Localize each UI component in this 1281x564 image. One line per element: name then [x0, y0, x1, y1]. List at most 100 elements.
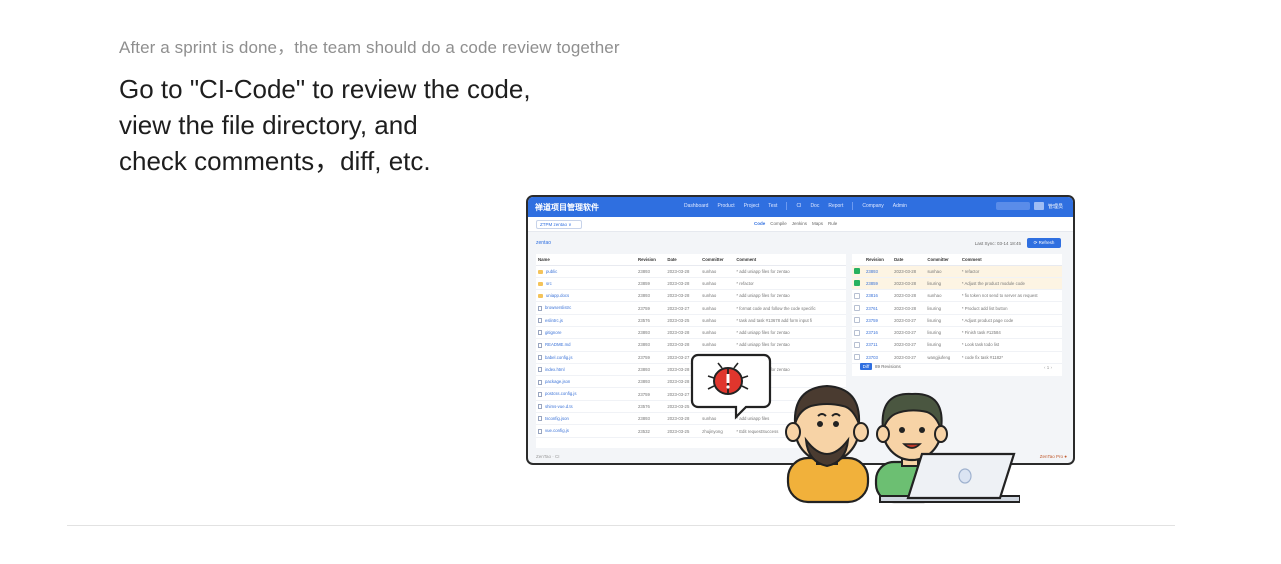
file-name[interactable]: eslintrc.js: [545, 318, 563, 323]
tab-compile[interactable]: Compile: [770, 221, 787, 226]
revision-cell[interactable]: 23761: [864, 301, 893, 315]
file-name[interactable]: public: [546, 269, 557, 274]
column-header[interactable]: Revision: [636, 254, 666, 266]
file-icon: [538, 367, 542, 373]
file-name-cell[interactable]: uniapp.docs: [536, 289, 636, 303]
date-cell: 2023-03-28: [665, 289, 701, 303]
file-icon: [538, 330, 542, 336]
file-name-cell[interactable]: src: [536, 277, 636, 291]
file-name[interactable]: src: [546, 281, 552, 286]
revision-table-row[interactable]: 23716 2023-03-27 lisuring * Finish task #12…: [852, 326, 1062, 340]
file-name[interactable]: postcss.config.js: [545, 391, 577, 396]
file-name-cell[interactable]: vue.config.js: [536, 424, 636, 438]
revision-cell[interactable]: 23816: [864, 289, 893, 303]
column-header[interactable]: Date: [665, 254, 701, 266]
revision-cell: 23859: [636, 277, 666, 291]
revision-checkbox[interactable]: [854, 341, 860, 348]
file-name-cell[interactable]: shims-vue.d.ts: [536, 400, 636, 414]
revision-cell: 23893: [636, 412, 666, 426]
create-button[interactable]: [1033, 202, 1044, 210]
breadcrumb[interactable]: zentao: [536, 240, 551, 246]
file-name[interactable]: babel.config.js: [545, 355, 572, 360]
file-name[interactable]: gitignore: [545, 330, 561, 335]
nav-item-doc[interactable]: Doc: [810, 203, 819, 210]
file-name-cell[interactable]: tsconfig.json: [536, 412, 636, 426]
column-header[interactable]: Date: [892, 254, 926, 266]
comment-cell: * Adjust the product module code: [959, 277, 1062, 291]
nav-item-report[interactable]: Report: [828, 203, 843, 210]
user-menu[interactable]: 管理员: [1048, 203, 1063, 210]
file-name-cell[interactable]: postcss.config.js: [536, 387, 636, 401]
tab-jenkins[interactable]: Jenkins: [792, 221, 807, 226]
global-search-input[interactable]: [995, 202, 1030, 210]
page-navigation[interactable]: ‹ 1 ›: [1044, 365, 1052, 370]
file-table-row[interactable]: uniapp.docs 23893 2023-03-28 sunhao * add un…: [536, 289, 846, 303]
revision-cell[interactable]: 23859: [864, 277, 893, 291]
nav-item-ci[interactable]: CI: [796, 203, 801, 210]
revision-cell[interactable]: 23716: [864, 326, 893, 340]
revision-table-row[interactable]: 23816 2023-03-28 sunhao * fix token not sen…: [852, 289, 1062, 303]
revision-table-row[interactable]: 23859 2023-03-28 lisuring * Adjust the prod…: [852, 277, 1062, 291]
nav-item-company[interactable]: Company: [862, 203, 883, 210]
file-icon: [538, 379, 542, 385]
revision-checkbox[interactable]: [854, 280, 860, 287]
revision-checkbox[interactable]: [854, 292, 860, 299]
revision-table-row[interactable]: 23893 2023-03-28 sunhao * refactor: [852, 265, 1062, 278]
column-header[interactable]: Revision: [864, 254, 893, 266]
file-table-row[interactable]: gitignore 23893 2023-03-28 sunhao * add unia…: [536, 326, 846, 340]
revision-checkbox[interactable]: [854, 268, 860, 275]
committer-cell: sunhao: [700, 314, 735, 327]
nav-item-dashboard[interactable]: Dashboard: [684, 203, 708, 210]
revision-table-row[interactable]: 23761 2023-03-28 lisuring * Product add lis…: [852, 301, 1062, 315]
revision-cell[interactable]: 23759: [864, 314, 893, 327]
column-header[interactable]: Committer: [925, 254, 960, 266]
file-name[interactable]: package.json: [545, 379, 570, 384]
column-header[interactable]: Comment: [734, 254, 846, 266]
nav-item-project[interactable]: Project: [744, 203, 760, 210]
file-name-cell[interactable]: babel.config.js: [536, 351, 636, 364]
column-header[interactable]: Committer: [700, 254, 735, 266]
file-name-cell[interactable]: package.json: [536, 375, 636, 389]
nav-item-admin[interactable]: Admin: [893, 203, 907, 210]
date-cell: 2023-03-28: [665, 265, 701, 278]
revision-checkbox[interactable]: [854, 329, 860, 336]
tab-code[interactable]: Code: [754, 221, 765, 226]
revision-cell[interactable]: 23893: [864, 265, 893, 278]
file-name-cell[interactable]: eslintrc.js: [536, 314, 636, 327]
file-name[interactable]: tsconfig.json: [545, 416, 569, 421]
file-table-row[interactable]: src 23859 2023-03-28 sunhao * refactor: [536, 277, 846, 291]
date-cell: 2023-03-27: [892, 326, 926, 340]
file-table-row[interactable]: browserslistrc 23759 2023-03-27 sunhao * for…: [536, 301, 846, 315]
file-name[interactable]: uniapp.docs: [546, 293, 569, 298]
file-name[interactable]: index.html: [545, 367, 565, 372]
column-header[interactable]: Comment: [959, 254, 1062, 266]
file-name[interactable]: browserslistrc: [545, 305, 571, 310]
refresh-button[interactable]: ⟳ Refresh: [1027, 238, 1061, 248]
committer-cell: lisuring: [925, 301, 960, 315]
file-table-row[interactable]: eslintrc.js 23576 2023-03-25 sunhao * task a…: [536, 314, 846, 327]
tab-rule[interactable]: Rule: [828, 221, 837, 226]
main-nav: Dashboard Product Project Test CI Doc Re…: [684, 202, 907, 210]
nav-item-test[interactable]: Test: [768, 203, 777, 210]
nav-item-product[interactable]: Product: [717, 203, 734, 210]
file-name[interactable]: shims-vue.d.ts: [545, 404, 573, 409]
file-table-row[interactable]: public 23893 2023-03-28 sunhao * add uniapp …: [536, 265, 846, 278]
tab-maps[interactable]: Maps: [812, 221, 823, 226]
repo-select[interactable]: ZTPM zentao ∨: [536, 220, 582, 229]
revision-checkbox[interactable]: [854, 317, 860, 324]
file-name[interactable]: README.md: [545, 342, 571, 347]
column-header[interactable]: Name: [536, 254, 636, 266]
file-name-cell[interactable]: browserslistrc: [536, 301, 636, 315]
comment-cell: * Adjust product page code: [959, 314, 1062, 327]
revision-checkbox[interactable]: [854, 305, 860, 312]
file-name-cell[interactable]: gitignore: [536, 326, 636, 340]
revision-cell: 23576: [636, 400, 666, 414]
revision-table-row[interactable]: 23759 2023-03-27 lisuring * Adjust product …: [852, 314, 1062, 327]
file-name-cell[interactable]: public: [536, 265, 636, 278]
last-sync-text: Last Sync: 03-14 18:45: [974, 241, 1021, 246]
revision-cell: 23759: [636, 301, 666, 315]
file-name-cell[interactable]: index.html: [536, 363, 636, 377]
file-name[interactable]: vue.config.js: [545, 428, 569, 433]
file-name-cell[interactable]: README.md: [536, 338, 636, 352]
date-cell: 2023-03-28: [892, 301, 926, 315]
